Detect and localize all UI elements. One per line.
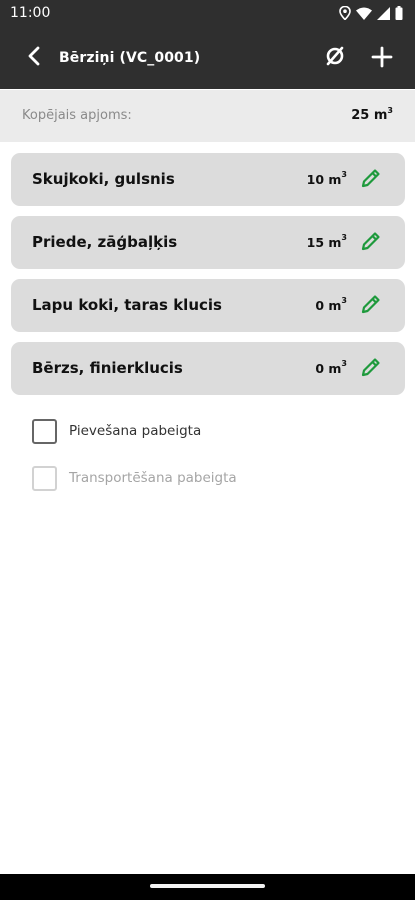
assortment-list: Skujkoki, gulsnis 10 m3 Priede, zāģbaļķi…	[11, 153, 405, 405]
list-item[interactable]: Skujkoki, gulsnis 10 m3	[11, 153, 405, 206]
back-arrow-icon	[27, 46, 41, 70]
pencil-icon	[360, 356, 382, 382]
item-name: Bērzs, finierklucis	[32, 359, 183, 377]
edit-button[interactable]	[358, 293, 384, 319]
total-volume-label: Kopējais apjoms:	[22, 108, 132, 123]
home-indicator[interactable]	[150, 884, 265, 888]
transport-complete-row: Transportēšana pabeigta	[32, 464, 237, 492]
item-name: Skujkoki, gulsnis	[32, 170, 175, 188]
app-bar: Bērziņi (VC_0001)	[0, 28, 415, 89]
clear-button[interactable]	[322, 45, 348, 71]
empty-set-icon	[324, 45, 346, 71]
item-name: Lapu koki, taras klucis	[32, 296, 222, 314]
item-volume: 0 m3	[315, 359, 347, 376]
status-bar: 11:00	[0, 0, 415, 28]
item-volume: 0 m3	[315, 296, 347, 313]
edit-button[interactable]	[358, 356, 384, 382]
total-volume-value: 25 m3	[351, 106, 393, 123]
plus-icon	[371, 46, 393, 72]
transport-complete-checkbox[interactable]	[32, 465, 57, 491]
item-volume: 15 m3	[306, 233, 347, 250]
delivery-complete-row: Pievešana pabeigta	[32, 417, 201, 445]
add-button[interactable]	[369, 46, 395, 72]
wifi-icon	[356, 5, 372, 24]
system-navigation-bar	[0, 874, 415, 900]
item-volume: 10 m3	[306, 170, 347, 187]
back-button[interactable]	[22, 46, 46, 70]
list-item[interactable]: Priede, zāģbaļķis 15 m3	[11, 216, 405, 269]
cellular-signal-icon	[377, 5, 390, 24]
total-volume-row: Kopējais apjoms: 25 m3	[0, 90, 415, 142]
pencil-icon	[360, 167, 382, 193]
edit-button[interactable]	[358, 167, 384, 193]
pencil-icon	[360, 293, 382, 319]
edit-button[interactable]	[358, 230, 384, 256]
location-icon	[339, 5, 351, 24]
transport-complete-label: Transportēšana pabeigta	[69, 470, 237, 486]
status-time: 11:00	[10, 5, 51, 21]
delivery-complete-checkbox[interactable]	[32, 418, 57, 444]
status-icons	[339, 5, 403, 24]
page-title: Bērziņi (VC_0001)	[59, 50, 201, 66]
delivery-complete-label: Pievešana pabeigta	[69, 423, 202, 439]
pencil-icon	[360, 230, 382, 256]
list-item[interactable]: Bērzs, finierklucis 0 m3	[11, 342, 405, 395]
battery-icon	[395, 5, 403, 24]
list-item[interactable]: Lapu koki, taras klucis 0 m3	[11, 279, 405, 332]
item-name: Priede, zāģbaļķis	[32, 233, 178, 251]
